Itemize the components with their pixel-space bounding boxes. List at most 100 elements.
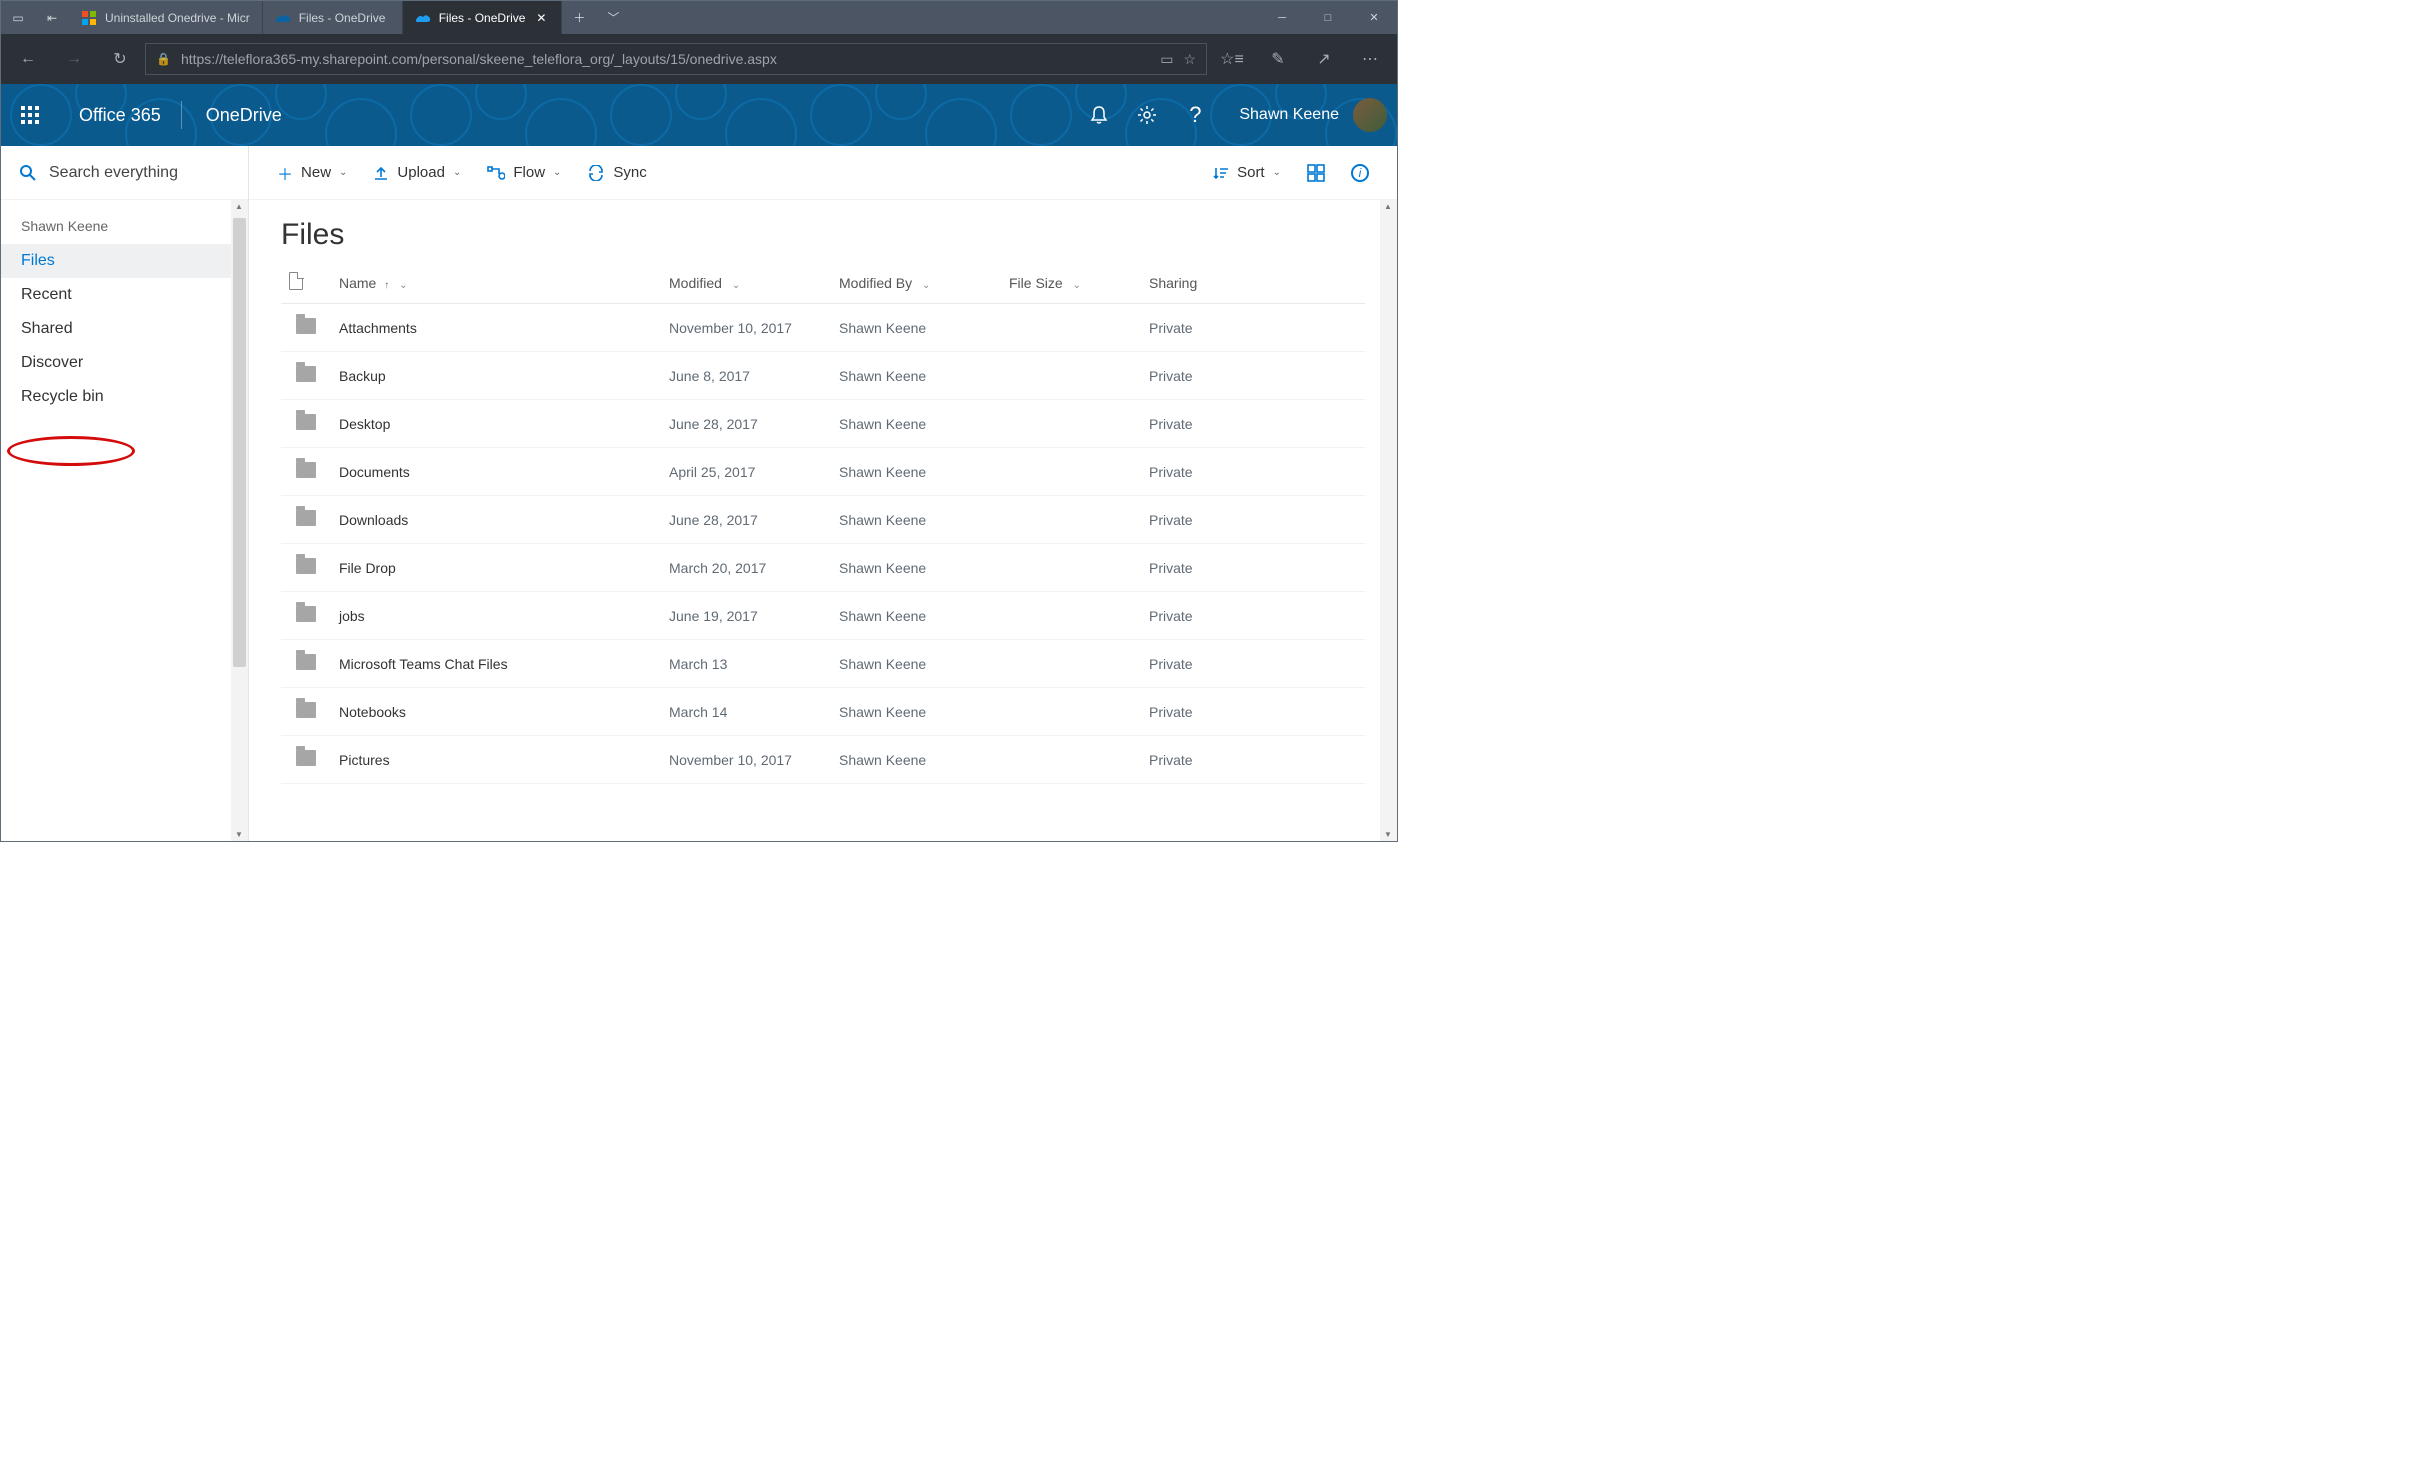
page-title: Files	[281, 218, 1365, 252]
cmd-flow[interactable]: Flow ⌄	[487, 164, 561, 181]
user-name[interactable]: Shawn Keene	[1219, 106, 1353, 124]
app-name[interactable]: OneDrive	[182, 105, 306, 126]
folder-icon	[296, 702, 316, 718]
folder-icon	[296, 318, 316, 334]
suite-header: Office 365 OneDrive ? Shawn Keene	[1, 84, 1397, 146]
col-type[interactable]	[281, 262, 331, 304]
item-name[interactable]: Desktop	[339, 416, 390, 432]
app-launcher-button[interactable]	[1, 106, 59, 124]
nav-label: Discover	[21, 354, 83, 371]
window-close-button[interactable]: ✕	[1351, 1, 1397, 34]
item-modified: April 25, 2017	[661, 448, 831, 496]
taskview-icon[interactable]: ▭	[1, 1, 35, 34]
nav-label: Recycle bin	[21, 388, 104, 405]
cmd-new[interactable]: ＋ New ⌄	[277, 161, 347, 185]
window-minimize-button[interactable]: ─	[1259, 1, 1305, 34]
tab-2-close-icon[interactable]: ✕	[533, 11, 549, 25]
item-name[interactable]: Pictures	[339, 752, 390, 768]
settings-gear-icon[interactable]	[1123, 105, 1171, 125]
item-name[interactable]: Attachments	[339, 320, 417, 336]
item-modified: March 13	[661, 640, 831, 688]
new-tab-button[interactable]: ＋	[562, 1, 596, 34]
nav-item-shared[interactable]: Shared	[1, 312, 248, 346]
col-filesize[interactable]: File Size ⌄	[1001, 262, 1141, 304]
favorite-star-icon[interactable]: ☆	[1183, 51, 1196, 68]
item-modified: June 8, 2017	[661, 352, 831, 400]
left-scrollbar[interactable]	[231, 200, 248, 841]
item-sharing: Private	[1141, 544, 1365, 592]
file-grid: Name ↑ ⌄ Modified ⌄ Modified By ⌄	[249, 262, 1397, 784]
item-name[interactable]: Backup	[339, 368, 386, 384]
folder-icon	[296, 366, 316, 382]
tab-2-title: Files - OneDrive	[439, 11, 526, 25]
notes-icon[interactable]: ✎	[1257, 49, 1299, 69]
tab-2-favicon-icon	[415, 10, 431, 26]
item-modifiedby: Shawn Keene	[831, 736, 1001, 784]
item-name[interactable]: Notebooks	[339, 704, 406, 720]
suite-brand[interactable]: Office 365	[59, 105, 181, 126]
col-name[interactable]: Name ↑ ⌄	[331, 262, 661, 304]
user-avatar[interactable]	[1353, 98, 1387, 132]
folder-icon	[296, 750, 316, 766]
col-label: Modified	[669, 275, 722, 291]
tab-overflow-icon[interactable]: ﹀	[596, 1, 630, 34]
col-modified[interactable]: Modified ⌄	[661, 262, 831, 304]
tab-0[interactable]: Uninstalled Onedrive - Micr	[69, 1, 263, 34]
reading-view-icon[interactable]: ▭	[1160, 51, 1173, 68]
table-row[interactable]: NotebooksMarch 14Shawn KeenePrivate	[281, 688, 1365, 736]
item-sharing: Private	[1141, 736, 1365, 784]
table-row[interactable]: Microsoft Teams Chat FilesMarch 13Shawn …	[281, 640, 1365, 688]
item-modifiedby: Shawn Keene	[831, 352, 1001, 400]
table-row[interactable]: DownloadsJune 28, 2017Shawn KeenePrivate	[281, 496, 1365, 544]
col-modifiedby[interactable]: Modified By ⌄	[831, 262, 1001, 304]
notifications-icon[interactable]	[1075, 105, 1123, 125]
col-sharing[interactable]: Sharing	[1141, 262, 1365, 304]
chevron-down-icon: ⌄	[553, 167, 561, 178]
nav-back-button[interactable]: ←	[7, 39, 49, 79]
cmd-upload[interactable]: Upload ⌄	[373, 164, 461, 181]
view-toggle-button[interactable]	[1307, 164, 1325, 182]
lock-icon: 🔒	[156, 52, 171, 66]
item-name[interactable]: Downloads	[339, 512, 408, 528]
table-row[interactable]: DocumentsApril 25, 2017Shawn KeenePrivat…	[281, 448, 1365, 496]
tab-1[interactable]: Files - OneDrive	[263, 1, 403, 34]
item-name[interactable]: File Drop	[339, 560, 396, 576]
nav-refresh-button[interactable]: ↻	[99, 39, 141, 79]
table-row[interactable]: File DropMarch 20, 2017Shawn KeenePrivat…	[281, 544, 1365, 592]
address-field[interactable]: 🔒 https://teleflora365-my.sharepoint.com…	[145, 43, 1207, 75]
cmd-sync[interactable]: Sync	[587, 164, 646, 181]
table-row[interactable]: BackupJune 8, 2017Shawn KeenePrivate	[281, 352, 1365, 400]
nav-item-discover[interactable]: Discover	[1, 346, 248, 380]
flow-icon	[487, 166, 505, 180]
favorites-hub-icon[interactable]: ☆≡	[1211, 49, 1253, 69]
nav-item-recyclebin[interactable]: Recycle bin	[1, 380, 248, 414]
table-row[interactable]: jobsJune 19, 2017Shawn KeenePrivate	[281, 592, 1365, 640]
table-row[interactable]: AttachmentsNovember 10, 2017Shawn KeeneP…	[281, 304, 1365, 352]
setaside-tabs-icon[interactable]: ⇤	[35, 1, 69, 34]
table-row[interactable]: PicturesNovember 10, 2017Shawn KeenePriv…	[281, 736, 1365, 784]
more-icon[interactable]: ⋯	[1349, 49, 1391, 69]
search-box[interactable]: Search everything	[1, 146, 248, 200]
chevron-down-icon: ⌄	[399, 280, 407, 291]
nav-forward-button[interactable]: →	[53, 39, 95, 79]
item-modified: March 20, 2017	[661, 544, 831, 592]
nav-item-recent[interactable]: Recent	[1, 278, 248, 312]
tab-2[interactable]: Files - OneDrive ✕	[403, 1, 563, 34]
help-icon[interactable]: ?	[1171, 102, 1219, 128]
item-name[interactable]: jobs	[339, 608, 365, 624]
window-maximize-button[interactable]: □	[1305, 1, 1351, 34]
folder-icon	[296, 510, 316, 526]
item-size	[1001, 736, 1141, 784]
details-pane-button[interactable]: i	[1351, 164, 1369, 182]
item-name[interactable]: Microsoft Teams Chat Files	[339, 656, 508, 672]
tab-0-favicon-icon	[81, 10, 97, 26]
item-modified: November 10, 2017	[661, 304, 831, 352]
cmd-sort[interactable]: Sort ⌄	[1213, 164, 1281, 181]
share-icon[interactable]: ↗	[1303, 49, 1345, 69]
table-row[interactable]: DesktopJune 28, 2017Shawn KeenePrivate	[281, 400, 1365, 448]
chevron-down-icon: ⌄	[339, 167, 347, 178]
search-icon	[19, 164, 37, 182]
item-name[interactable]: Documents	[339, 464, 410, 480]
main-scrollbar[interactable]	[1380, 200, 1397, 841]
nav-item-files[interactable]: Files	[1, 244, 248, 278]
